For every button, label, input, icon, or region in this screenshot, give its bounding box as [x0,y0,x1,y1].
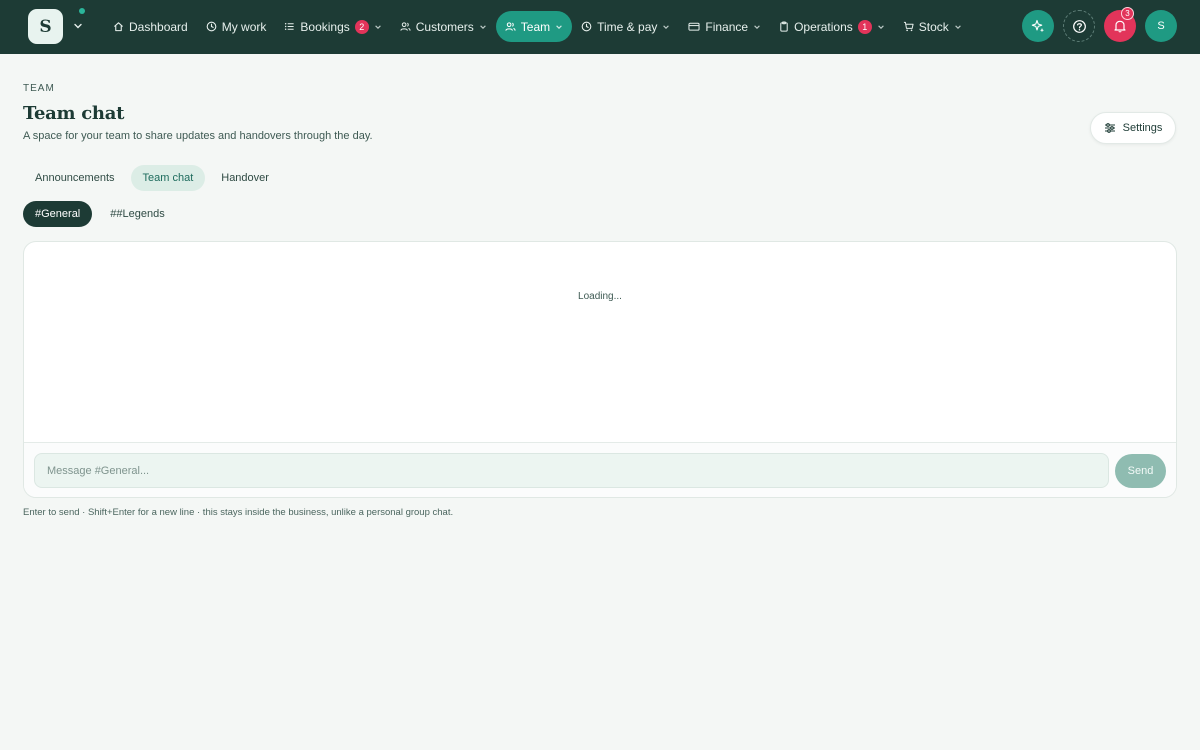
notifications-count-badge: 3 [1121,7,1134,20]
settings-button[interactable]: Settings [1090,112,1176,144]
nav-item-label: Customers [415,19,474,34]
chevron-down-icon [663,24,670,29]
nav-item-team[interactable]: Team [495,11,573,42]
loading-indicator: Loading... [578,291,622,302]
top-actions: 3 S [1022,7,1177,42]
brand-logo[interactable]: S [28,9,63,44]
nav-item-customers[interactable]: Customers [391,11,496,42]
top-navigation-bar: S Dashboard My work Bookings 2 Customers… [0,0,1200,54]
nav-item-label: Time & pay [597,19,658,34]
channel-general[interactable]: #General [23,201,93,227]
chevron-down-icon [479,24,486,29]
brand-letter: S [39,16,52,37]
chevron-down-icon [955,24,961,29]
online-status-dot [79,8,85,14]
sliders-icon [1104,123,1115,133]
page-subtitle: A space for your team to share updates a… [23,130,373,142]
clock-icon [581,21,592,32]
channel-legends[interactable]: ##Legends [98,201,176,227]
chevron-down-icon [374,24,381,29]
team-icon [505,22,516,31]
tab-announcements[interactable]: Announcements [23,165,127,191]
home-icon [114,22,123,32]
bookings-count-badge: 2 [354,19,369,34]
page-eyebrow: TEAM [23,83,55,94]
bell-icon [1114,20,1126,33]
nav-item-label: My work [221,19,267,34]
main-nav: Dashboard My work Bookings 2 Customers T… [104,11,971,42]
nav-item-label: Stock [918,19,949,34]
settings-label: Settings [1122,122,1163,134]
composer-hint: Enter to send · Shift+Enter for a new li… [23,507,454,518]
nav-item-label: Finance [705,19,749,34]
help-button[interactable] [1063,10,1095,42]
avatar-initial: S [1157,20,1165,32]
help-icon [1072,19,1086,33]
channel-list: #General ##Legends [23,201,177,227]
nav-item-finance[interactable]: Finance [679,11,770,42]
message-list: Loading... [24,242,1176,442]
nav-item-my-work[interactable]: My work [197,11,276,42]
nav-item-stock[interactable]: Stock [894,11,971,42]
chevron-down-icon [556,24,562,29]
notifications-button[interactable]: 3 [1104,7,1136,42]
nav-item-bookings[interactable]: Bookings 2 [275,11,390,42]
nav-item-label: Operations [794,19,853,34]
nav-item-time-and-pay[interactable]: Time & pay [572,11,679,42]
tab-team-chat[interactable]: Team chat [130,165,206,191]
sparkle-icon [1031,19,1044,33]
send-button[interactable]: Send [1115,454,1166,488]
ai-assistant-button[interactable] [1022,10,1054,42]
message-composer: Send [24,442,1176,497]
chevron-down-icon [877,24,884,29]
nav-item-label: Team [520,19,551,34]
user-avatar-button[interactable]: S [1145,10,1177,42]
nav-item-label: Bookings [300,19,350,34]
chevron-down-icon [754,24,760,29]
page-title: Team chat [23,103,125,124]
tab-handover[interactable]: Handover [209,165,281,191]
users-icon [400,22,411,31]
nav-item-label: Dashboard [129,19,188,34]
message-input[interactable] [34,453,1109,488]
card-icon [688,22,700,31]
chat-panel: Loading... Send [23,241,1177,498]
clipboard-icon [780,21,788,32]
list-icon [285,23,295,30]
nav-item-dashboard[interactable]: Dashboard [104,11,197,42]
workspace-switcher-chevron-icon[interactable] [71,19,85,33]
section-tabs: Announcements Team chat Handover [23,165,281,191]
cart-icon [903,21,914,32]
nav-item-operations[interactable]: Operations 1 [770,11,894,42]
clock-icon [206,21,217,32]
operations-count-badge: 1 [857,19,872,34]
